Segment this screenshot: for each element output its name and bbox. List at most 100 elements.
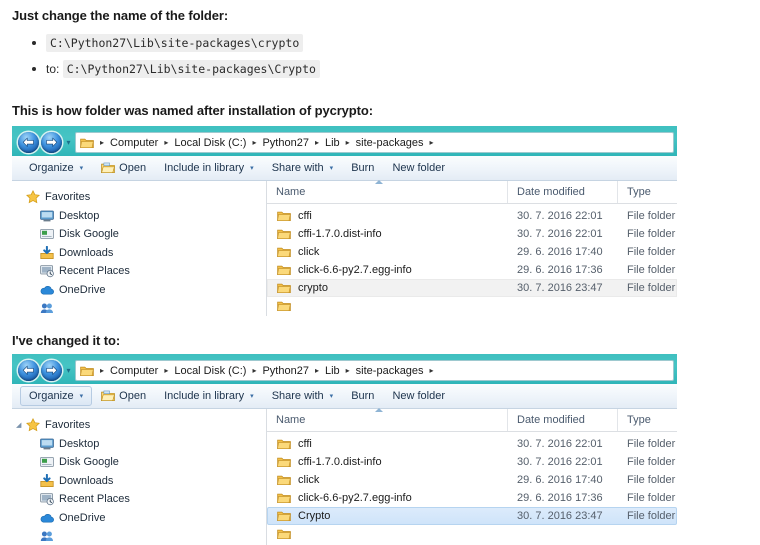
expander-triangle-icon[interactable]: ◢ [16, 421, 21, 429]
breadcrumb-item[interactable]: Lib [323, 365, 342, 377]
column-header-name[interactable]: Name [267, 409, 507, 431]
toolbar-button-organize[interactable]: Organize ▾ [20, 386, 93, 406]
recent-pages-caret-icon[interactable]: ▾ [62, 366, 75, 375]
toolbar-button-organize[interactable]: Organize ▾ [20, 158, 92, 178]
table-row[interactable]: cffi 30. 7. 2016 22:01 File folder [267, 435, 677, 453]
toolbar-button-new-folder[interactable]: New folder [383, 158, 454, 178]
sidebar-item-onedrive[interactable]: OneDrive [12, 509, 266, 528]
sidebar-item-partial[interactable] [12, 299, 266, 316]
breadcrumb-separator: ▸ [252, 138, 257, 147]
toolbar-button-share-with[interactable]: Share with ▾ [263, 158, 343, 178]
back-button[interactable] [18, 360, 39, 381]
file-date-cell: 30. 7. 2016 23:47 [517, 282, 603, 294]
column-header-date-modified[interactable]: Date modified [507, 409, 617, 431]
sidebar-item-downloads[interactable]: Downloads [12, 472, 266, 491]
file-name-cell [268, 528, 508, 540]
breadcrumb-item[interactable]: Python27 [260, 365, 310, 377]
breadcrumb-item[interactable]: Local Disk (C:) [172, 137, 248, 149]
address-bar[interactable]: ▾ ▸ Computer ▸ Local Disk (C:) ▸ Python27 ▸ Lib ▸… [15, 357, 674, 384]
toolbar-button-include-in-library[interactable]: Include in library ▾ [155, 386, 263, 406]
sidebar-item-label: Favorites [45, 191, 91, 204]
breadcrumb-separator[interactable]: ▸ [426, 138, 438, 147]
sidebar-item-disk-google[interactable]: Disk Google [12, 225, 266, 244]
toolbar-button-open[interactable]: Open [92, 386, 155, 406]
file-date-cell: 30. 7. 2016 22:01 [517, 438, 603, 450]
column-header-date-modified[interactable]: Date modified [507, 181, 617, 203]
toolbar-button-include-in-library[interactable]: Include in library ▾ [155, 158, 263, 178]
navigation-pane[interactable]: Favorites Desktop Disk Google Downloads Rece… [12, 181, 267, 316]
file-name-label: cffi [298, 438, 312, 450]
sidebar-item-favorites[interactable]: Favorites [12, 188, 266, 207]
column-header-type[interactable]: Type [617, 181, 677, 203]
table-row[interactable]: cffi 30. 7. 2016 22:01 File folder [267, 207, 677, 225]
sidebar-item-recent-places[interactable]: Recent Places [12, 490, 266, 509]
file-name-label: cffi [298, 210, 312, 222]
chevron-down-icon: ▾ [329, 393, 334, 400]
table-row[interactable]: click 29. 6. 2016 17:40 File folder [267, 471, 677, 489]
toolbar-button-label: Include in library [164, 390, 245, 402]
recent-pages-caret-icon[interactable]: ▾ [62, 138, 75, 147]
file-type-cell: File folder [627, 228, 676, 240]
table-row[interactable]: cffi-1.7.0.dist-info 30. 7. 2016 22:01 Fil… [267, 225, 677, 243]
sidebar-item-downloads[interactable]: Downloads [12, 244, 266, 263]
table-row[interactable]: cffi-1.7.0.dist-info 30. 7. 2016 22:01 Fil… [267, 453, 677, 471]
column-header-name[interactable]: Name [267, 181, 507, 203]
breadcrumb-item[interactable]: Python27 [260, 137, 310, 149]
forward-button[interactable] [41, 132, 62, 153]
table-row[interactable]: Crypto 30. 7. 2016 23:47 File folder [267, 507, 677, 525]
chevron-down-icon: ▾ [250, 165, 254, 172]
toolbar-button-burn[interactable]: Burn [342, 386, 383, 406]
address-bar[interactable]: ▾ ▸ Computer ▸ Local Disk (C:) ▸ Python27 ▸ Lib ▸… [15, 129, 674, 156]
sidebar-item-recent-places[interactable]: Recent Places [12, 262, 266, 281]
breadcrumb-separator: ▸ [252, 366, 257, 375]
navigation-pane[interactable]: ◢ Favorites Desktop Disk Google Downloads Rec… [12, 409, 267, 545]
sidebar-item-desktop[interactable]: Desktop [12, 207, 266, 226]
command-toolbar[interactable]: Organize ▾ Open Include in library ▾ Share wi… [12, 156, 677, 181]
breadcrumb-item[interactable]: site-packages [354, 137, 426, 149]
forward-button[interactable] [41, 360, 62, 381]
column-header-type[interactable]: Type [617, 409, 677, 431]
sidebar-item-favorites[interactable]: ◢ Favorites [12, 416, 266, 435]
toolbar-button-open[interactable]: Open [92, 158, 155, 178]
toolbar-button-label: Open [119, 390, 147, 402]
toolbar-button-share-with[interactable]: Share with ▾ [263, 386, 343, 406]
table-row[interactable]: click-6.6-py2.7.egg-info 29. 6. 2016 17:3… [267, 489, 677, 507]
breadcrumb-item[interactable]: Local Disk (C:) [172, 365, 248, 377]
file-list-pane[interactable]: Name Date modified Type cffi 30. 7. 2016 22:… [267, 408, 677, 545]
sidebar-item-partial[interactable] [12, 527, 266, 545]
table-row[interactable]: click-6.6-py2.7.egg-info 29. 6. 2016 17:3… [267, 261, 677, 279]
breadcrumb-item[interactable]: Computer [108, 365, 160, 377]
sidebar-item-disk-google[interactable]: Disk Google [12, 453, 266, 472]
sidebar-item-label: OneDrive [59, 283, 106, 296]
file-name-label: click-6.6-py2.7.egg-info [298, 264, 412, 276]
file-list-pane[interactable]: Name Date modified Type cffi 30. 7. 2016 22:… [267, 180, 677, 316]
explorer-window-before[interactable]: ▾ ▸ Computer ▸ Local Disk (C:) ▸ Python27 ▸ Lib ▸… [12, 126, 677, 316]
breadcrumb-item[interactable]: Lib [323, 137, 342, 149]
command-toolbar[interactable]: Organize ▾ Open Include in library ▾ Share wi… [12, 384, 677, 409]
file-list[interactable]: cffi 30. 7. 2016 22:01 File folder cffi-1.7… [267, 204, 677, 315]
column-headers[interactable]: Name Date modified Type [267, 408, 677, 432]
breadcrumb-separator[interactable]: ▸ [426, 366, 438, 375]
sidebar-item-onedrive[interactable]: OneDrive [12, 281, 266, 300]
toolbar-button-label: Burn [351, 390, 375, 402]
back-button[interactable] [18, 132, 39, 153]
file-type-cell: File folder [627, 456, 676, 468]
file-date-cell: 29. 6. 2016 17:36 [517, 492, 603, 504]
column-headers[interactable]: Name Date modified Type [267, 180, 677, 204]
table-row[interactable] [267, 525, 677, 543]
breadcrumb-item[interactable]: Computer [108, 137, 160, 149]
address-input[interactable]: ▸ Computer ▸ Local Disk (C:) ▸ Python27 ▸ Lib ▸ s… [75, 360, 674, 381]
table-row[interactable]: crypto 30. 7. 2016 23:47 File folder [267, 279, 677, 297]
file-list[interactable]: cffi 30. 7. 2016 22:01 File folder cffi-1.7… [267, 432, 677, 543]
address-input[interactable]: ▸ Computer ▸ Local Disk (C:) ▸ Python27 ▸ Lib ▸ s… [75, 132, 674, 153]
file-date-cell: 30. 7. 2016 22:01 [517, 228, 603, 240]
toolbar-button-new-folder[interactable]: New folder [383, 386, 454, 406]
breadcrumb-item[interactable]: site-packages [354, 365, 426, 377]
file-type-cell: File folder [627, 264, 676, 276]
sidebar-item-desktop[interactable]: Desktop [12, 435, 266, 454]
toolbar-button-label: New folder [392, 162, 446, 174]
explorer-window-after[interactable]: ▾ ▸ Computer ▸ Local Disk (C:) ▸ Python27 ▸ Lib ▸… [12, 354, 677, 545]
toolbar-button-burn[interactable]: Burn [342, 158, 383, 178]
table-row[interactable]: click 29. 6. 2016 17:40 File folder [267, 243, 677, 261]
table-row[interactable] [267, 297, 677, 315]
